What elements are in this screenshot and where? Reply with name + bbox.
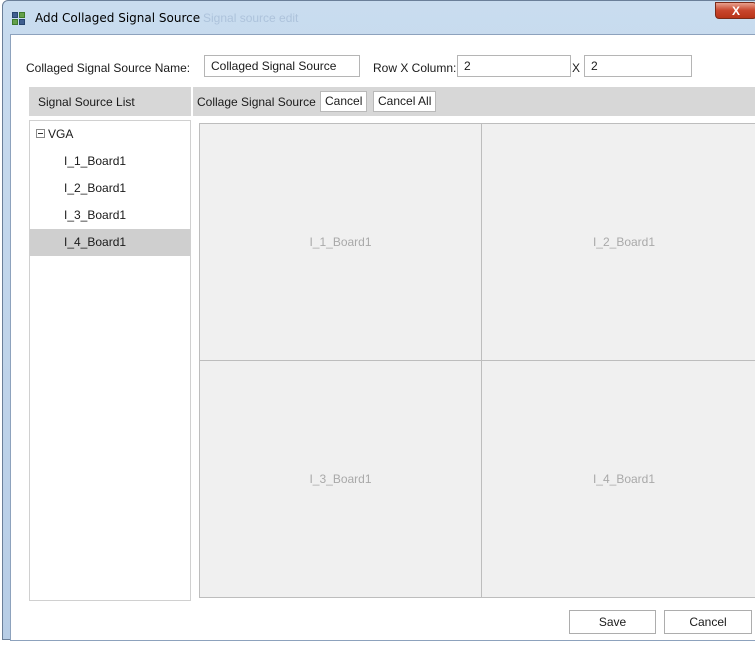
collage-title: Collage Signal Source bbox=[197, 95, 316, 109]
title-bar: Add Collaged Signal Source Signal source… bbox=[3, 1, 755, 35]
signal-source-tree: VGA I_1_Board1 I_2_Board1 I_3_Board1 I_4… bbox=[29, 120, 191, 601]
tree-item-label: I_4_Board1 bbox=[64, 235, 127, 249]
close-button[interactable]: X bbox=[715, 2, 755, 19]
window-title: Add Collaged Signal Source bbox=[35, 11, 201, 25]
cell-label: I_1_Board1 bbox=[309, 235, 372, 249]
tree-item-label: I_2_Board1 bbox=[64, 181, 127, 195]
cell-label: I_3_Board1 bbox=[309, 472, 372, 486]
cell-label: I_2_Board1 bbox=[592, 235, 656, 249]
tree-item-label: I_3_Board1 bbox=[64, 208, 127, 222]
tree-group-label: VGA bbox=[48, 127, 74, 141]
rows-field[interactable]: 2 bbox=[457, 55, 571, 77]
grid-app-icon bbox=[12, 12, 26, 26]
columns-field[interactable]: 2 bbox=[584, 55, 692, 77]
close-icon: X bbox=[731, 4, 740, 18]
name-label: Collaged Signal Source Name: bbox=[26, 61, 191, 75]
collage-cell[interactable]: I_1_Board1 bbox=[200, 124, 482, 361]
tree-item[interactable]: I_2_Board1 bbox=[30, 175, 190, 202]
cancel-cell-button[interactable]: Cancel bbox=[320, 91, 368, 112]
tree-item[interactable]: I_1_Board1 bbox=[30, 148, 190, 175]
dialog-window: Add Collaged Signal Source Signal source… bbox=[2, 0, 755, 641]
x-separator-label: X bbox=[572, 61, 581, 75]
collapse-icon[interactable] bbox=[36, 129, 45, 138]
tree-item-selected[interactable]: I_4_Board1 bbox=[30, 229, 190, 256]
cancel-all-button[interactable]: Cancel All bbox=[373, 91, 437, 112]
collage-cell[interactable]: I_4_Board1 bbox=[482, 361, 755, 597]
row-column-label: Row X Column: bbox=[373, 61, 457, 75]
name-field[interactable]: Collaged Signal Source bbox=[204, 55, 360, 77]
collage-header: Collage Signal Source bbox=[193, 87, 755, 116]
collage-cell[interactable]: I_3_Board1 bbox=[200, 361, 482, 597]
tree-group-vga[interactable]: VGA bbox=[30, 121, 190, 148]
cell-label: I_4_Board1 bbox=[592, 472, 656, 486]
source-list-title: Signal Source List bbox=[38, 95, 135, 109]
tree-item-label: I_1_Board1 bbox=[64, 154, 127, 168]
save-button[interactable]: Save bbox=[569, 610, 656, 634]
background-window-title: Signal source edit bbox=[203, 11, 299, 25]
collage-grid: I_1_Board1 I_2_Board1 I_3_Board1 I_4_Boa… bbox=[199, 123, 755, 598]
collage-cell[interactable]: I_2_Board1 bbox=[482, 124, 755, 361]
dialog-content: Collaged Signal Source Name: Collaged Si… bbox=[10, 34, 755, 641]
tree-item[interactable]: I_3_Board1 bbox=[30, 202, 190, 229]
source-list-header: Signal Source List bbox=[29, 87, 191, 116]
cancel-button[interactable]: Cancel bbox=[664, 610, 752, 634]
